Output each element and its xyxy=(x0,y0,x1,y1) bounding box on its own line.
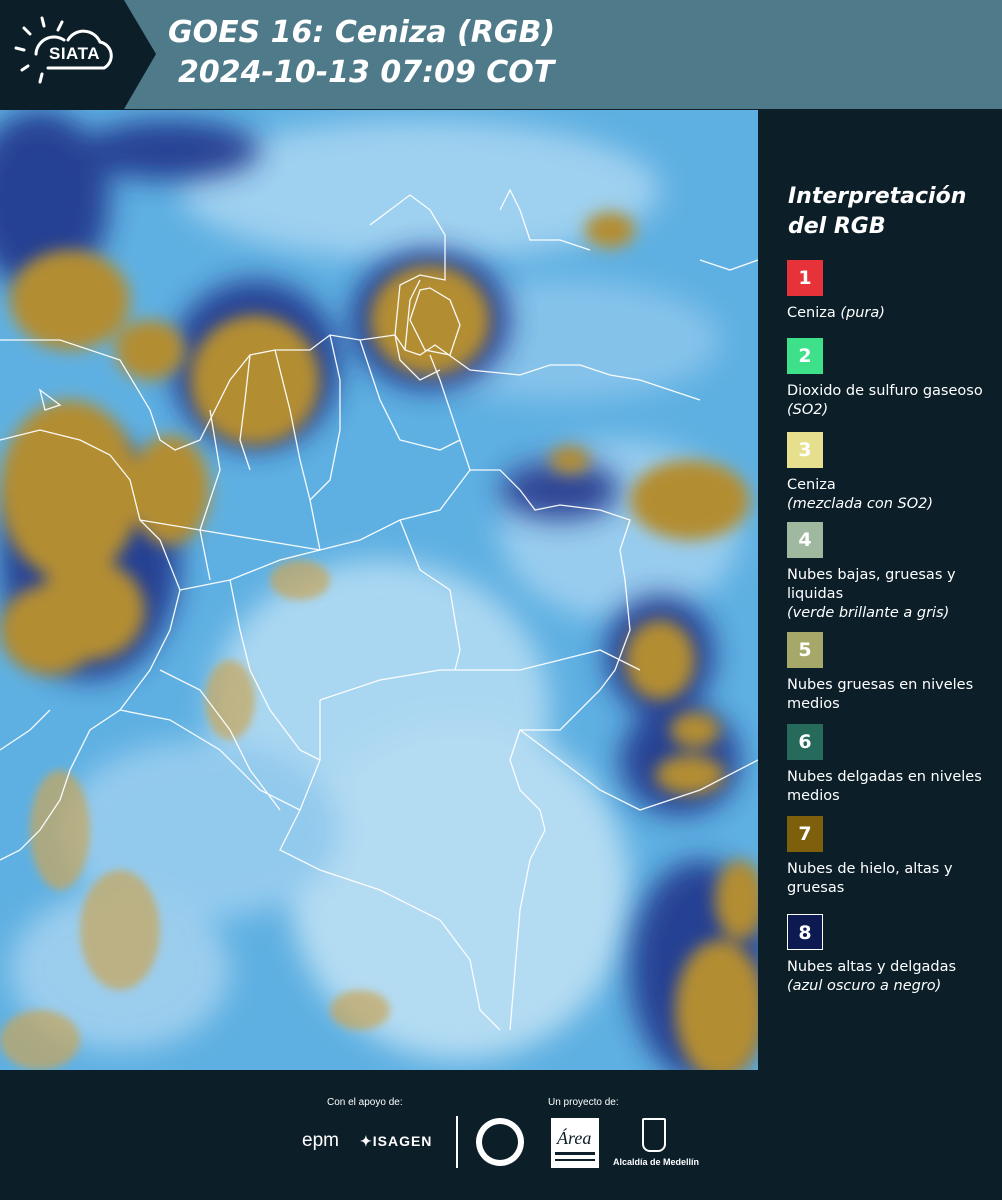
satellite-image xyxy=(0,110,758,1070)
legend-item-8: 8 Nubes altas y delgadas (azul oscuro a n… xyxy=(787,914,997,996)
legend-swatch-5: 5 xyxy=(787,632,823,668)
area-metropolitana-logo[interactable]: Área xyxy=(551,1118,599,1168)
seal-inner xyxy=(482,1124,518,1160)
legend-item-4: 4 Nubes bajas, gruesas y liquidas (verde … xyxy=(787,522,997,623)
legend-item-5: 5 Nubes gruesas en niveles medios xyxy=(787,632,997,714)
legend-swatch-8: 8 xyxy=(787,914,823,950)
legend-title: Interpretación del RGB xyxy=(788,182,998,242)
legend-swatch-1: 1 xyxy=(787,260,823,296)
legend-label-4: Nubes bajas, gruesas y liquidas (verde br… xyxy=(787,567,956,621)
legend-label-3: Ceniza (mezclada con SO2) xyxy=(787,477,934,512)
legend-swatch-2: 2 xyxy=(787,338,823,374)
legend-item-1: 1 Ceniza (pura) xyxy=(787,260,997,323)
alcaldia-medellin-logo[interactable]: Alcaldía de Medellín xyxy=(612,1118,700,1170)
footer-divider xyxy=(456,1116,458,1168)
legend-item-7: 7 Nubes de hielo, altas y gruesas xyxy=(787,816,997,898)
legend-swatch-6: 6 xyxy=(787,724,823,760)
legend-item-2: 2 Dioxido de sulfuro gaseoso (SO2) xyxy=(787,338,997,420)
isagen-icon: ✦ xyxy=(360,1133,373,1149)
legend-label-6: Nubes delgadas en niveles medios xyxy=(787,769,982,804)
svg-text:Área: Área xyxy=(556,1127,591,1148)
legend-label-7: Nubes de hielo, altas y gruesas xyxy=(787,861,953,896)
legend-label-8: Nubes altas y delgadas (azul oscuro a neg… xyxy=(787,959,957,994)
siata-logo[interactable]: SIATA xyxy=(0,0,160,109)
legend-item-3: 3 Ceniza (mezclada con SO2) xyxy=(787,432,997,514)
page-title: GOES 16: Ceniza (RGB) xyxy=(168,15,556,50)
legend-swatch-7: 7 xyxy=(787,816,823,852)
footer: Con el apoyo de: Un proyecto de: epm ✦IS… xyxy=(0,1070,1002,1200)
legend-title-line2: del RGB xyxy=(788,214,886,239)
legend-item-6: 6 Nubes delgadas en niveles medios xyxy=(787,724,997,806)
legend-title-line1: Interpretación xyxy=(788,184,967,209)
support-label: Con el apoyo de: xyxy=(327,1097,403,1108)
legend-label-5: Nubes gruesas en niveles medios xyxy=(787,677,974,712)
epm-logo[interactable]: epm xyxy=(302,1130,339,1152)
project-label: Un proyecto de: xyxy=(548,1097,619,1108)
legend-label-2: Dioxido de sulfuro gaseoso (SO2) xyxy=(787,383,983,418)
medellin-shield-icon xyxy=(642,1118,666,1152)
legend-label-1: Ceniza (pura) xyxy=(787,305,885,321)
university-seal-logo[interactable] xyxy=(476,1118,524,1166)
alcaldia-label: Alcaldía de Medellín xyxy=(612,1157,700,1167)
legend-swatch-4: 4 xyxy=(787,522,823,558)
header-bar: SIATA GOES 16: Ceniza (RGB) 2024-10-13 0… xyxy=(0,0,1002,109)
isagen-logo[interactable]: ✦ISAGEN xyxy=(360,1133,432,1150)
area-metropolitana-mark: Área xyxy=(555,1127,595,1161)
satellite-map[interactable] xyxy=(0,110,758,1070)
rgb-legend: Interpretación del RGB 1 Ceniza (pura) 2… xyxy=(758,110,1002,1070)
brand-name: SIATA xyxy=(49,44,100,63)
legend-swatch-3: 3 xyxy=(787,432,823,468)
image-datetime: 2024-10-13 07:09 COT xyxy=(178,55,555,90)
